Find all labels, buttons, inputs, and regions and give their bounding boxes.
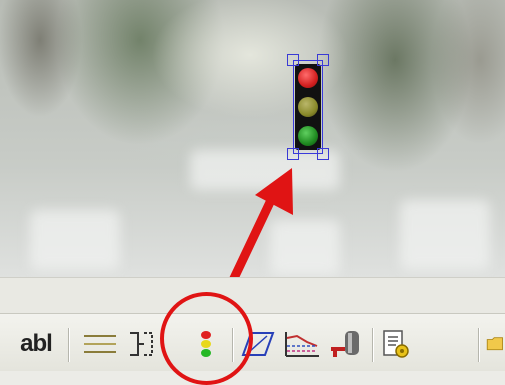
background-photo — [0, 0, 505, 277]
resize-handle-bottom-right[interactable] — [317, 148, 329, 160]
toolbar-separator — [68, 328, 70, 362]
horizontal-lines-icon — [84, 335, 116, 353]
bracket-connector-tool[interactable] — [125, 330, 157, 358]
document-settings-icon — [383, 330, 409, 358]
traffic-light-body — [295, 64, 321, 150]
yellow-lamp — [298, 97, 318, 117]
red-lamp — [298, 68, 318, 88]
toolbar-separator — [372, 328, 374, 362]
status-bar — [0, 371, 505, 385]
bracket-connector-icon — [130, 332, 153, 356]
pump-icon — [331, 331, 359, 357]
chart-shape-icon — [285, 332, 319, 357]
text-field-tool[interactable]: abl — [10, 330, 62, 358]
text-field-label: abl — [20, 330, 53, 357]
highlight-circle — [160, 292, 253, 385]
folder-icon — [486, 337, 503, 351]
green-lamp — [298, 126, 318, 146]
traffic-light-object[interactable] — [285, 52, 331, 162]
chart-shape-tool[interactable] — [282, 330, 322, 358]
resize-handle-bottom-left[interactable] — [287, 148, 299, 160]
resize-handle-top-right[interactable] — [317, 54, 329, 66]
toolbar-separator — [478, 328, 480, 362]
status-area — [0, 277, 505, 314]
folder-tool[interactable] — [486, 330, 505, 358]
pump-tool[interactable] — [328, 330, 364, 358]
resize-handle-top-left[interactable] — [287, 54, 299, 66]
document-settings-tool[interactable] — [378, 330, 414, 358]
horizontal-lines-tool[interactable] — [80, 330, 120, 358]
